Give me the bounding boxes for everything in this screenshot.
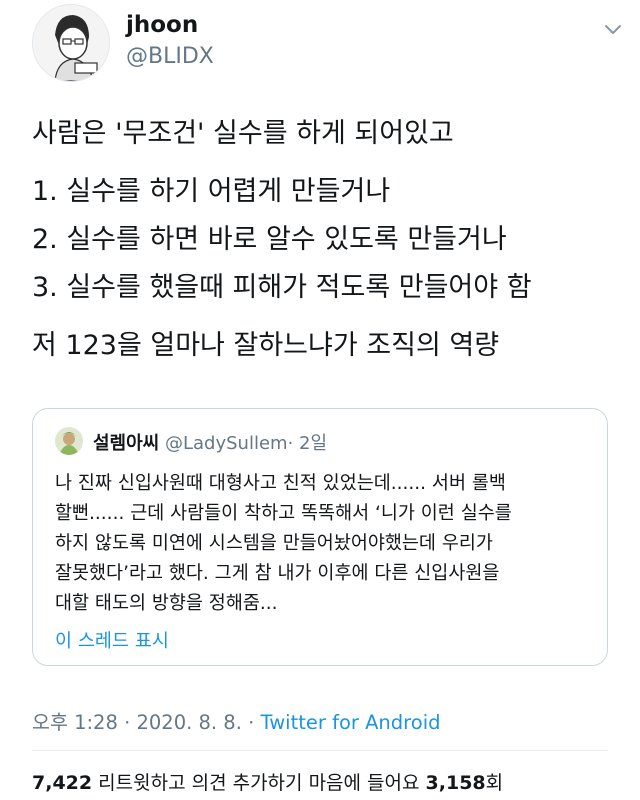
quote-author-name[interactable]: 설렘아씨 [93, 433, 159, 454]
tweet-stats: 7,422 리트윗하고 의견 추가하기 마음에 들어요 3,158회 [32, 768, 503, 795]
quote-body: 나 진짜 신입사원때 대형사고 친적 있었는데...... 서버 롤백 할뻔..… [55, 469, 595, 619]
tweet-line: 사람은 '무조건' 실수를 하게 되어있고 [32, 118, 454, 149]
meta-separator: · [248, 711, 255, 734]
chevron-down-icon[interactable] [602, 18, 624, 40]
tweet-line: 2. 실수를 하면 바로 알수 있도록 만들거나 [32, 224, 507, 255]
quote-avatar-illustration [55, 427, 83, 455]
tweet-date[interactable]: 2020. 8. 8. [136, 711, 241, 734]
author-name[interactable]: jhoon [126, 12, 198, 38]
tweet-text: 사람은 '무조건' 실수를 하게 되어있고 1. 실수를 하기 어렵게 만들거나… [32, 110, 612, 370]
author-avatar[interactable] [32, 4, 110, 82]
tweet-line: 1. 실수를 하기 어렵게 만들거나 [32, 176, 391, 207]
retweet-count[interactable]: 7,422 [32, 772, 92, 794]
quote-header: 설렘아씨 @LadySullem· 2일 [93, 429, 327, 455]
quote-line: 하지 않도록 미연에 시스템을 만들어놨어야했는데 우리가 [55, 533, 493, 554]
meta-separator: · [124, 711, 131, 734]
tweet-source-link[interactable]: Twitter for Android [261, 711, 441, 734]
quote-line: 할뻔...... 근데 사람들이 착하고 똑똑해서 ‘니가 이런 실수를 [55, 503, 512, 524]
likes-suffix: 회 [485, 772, 504, 794]
quoted-tweet[interactable]: 설렘아씨 @LadySullem· 2일 나 진짜 신입사원때 대형사고 친적 … [32, 408, 608, 666]
tweet-line: 3. 실수를 했을때 피해가 적도록 만들어야 함 [32, 272, 532, 303]
tweet-time[interactable]: 오후 1:28 [32, 711, 118, 734]
author-handle[interactable]: @BLIDX [126, 44, 214, 69]
like-count[interactable]: 3,158 [426, 772, 486, 794]
show-thread-link[interactable]: 이 스레드 표시 [55, 627, 169, 653]
quote-line: 나 진짜 신입사원때 대형사고 친적 있었는데...... 서버 롤백 [55, 473, 506, 494]
quote-line: 대할 태도의 방향을 정해줌... [55, 593, 278, 614]
quote-time[interactable]: 2일 [299, 433, 327, 454]
retweet-label[interactable]: 리트윗하고 의견 추가하기 [98, 772, 302, 794]
quote-separator: · [287, 433, 294, 454]
quote-line: 잘못했다’라고 했다. 그게 참 내가 이후에 다른 신입사원을 [55, 563, 500, 584]
quote-author-handle[interactable]: @LadySullem [165, 433, 288, 454]
tweet-meta: 오후 1:28 · 2020. 8. 8. · Twitter for Andr… [32, 706, 441, 735]
tweet-header: jhoon @BLIDX [32, 0, 624, 82]
divider [32, 750, 608, 751]
quote-avatar[interactable] [55, 427, 83, 455]
likes-label[interactable]: 마음에 들어요 [309, 772, 420, 794]
tweet-line: 저 123을 얼마나 잘하느냐가 조직의 역량 [32, 330, 500, 361]
avatar-illustration [33, 5, 109, 81]
